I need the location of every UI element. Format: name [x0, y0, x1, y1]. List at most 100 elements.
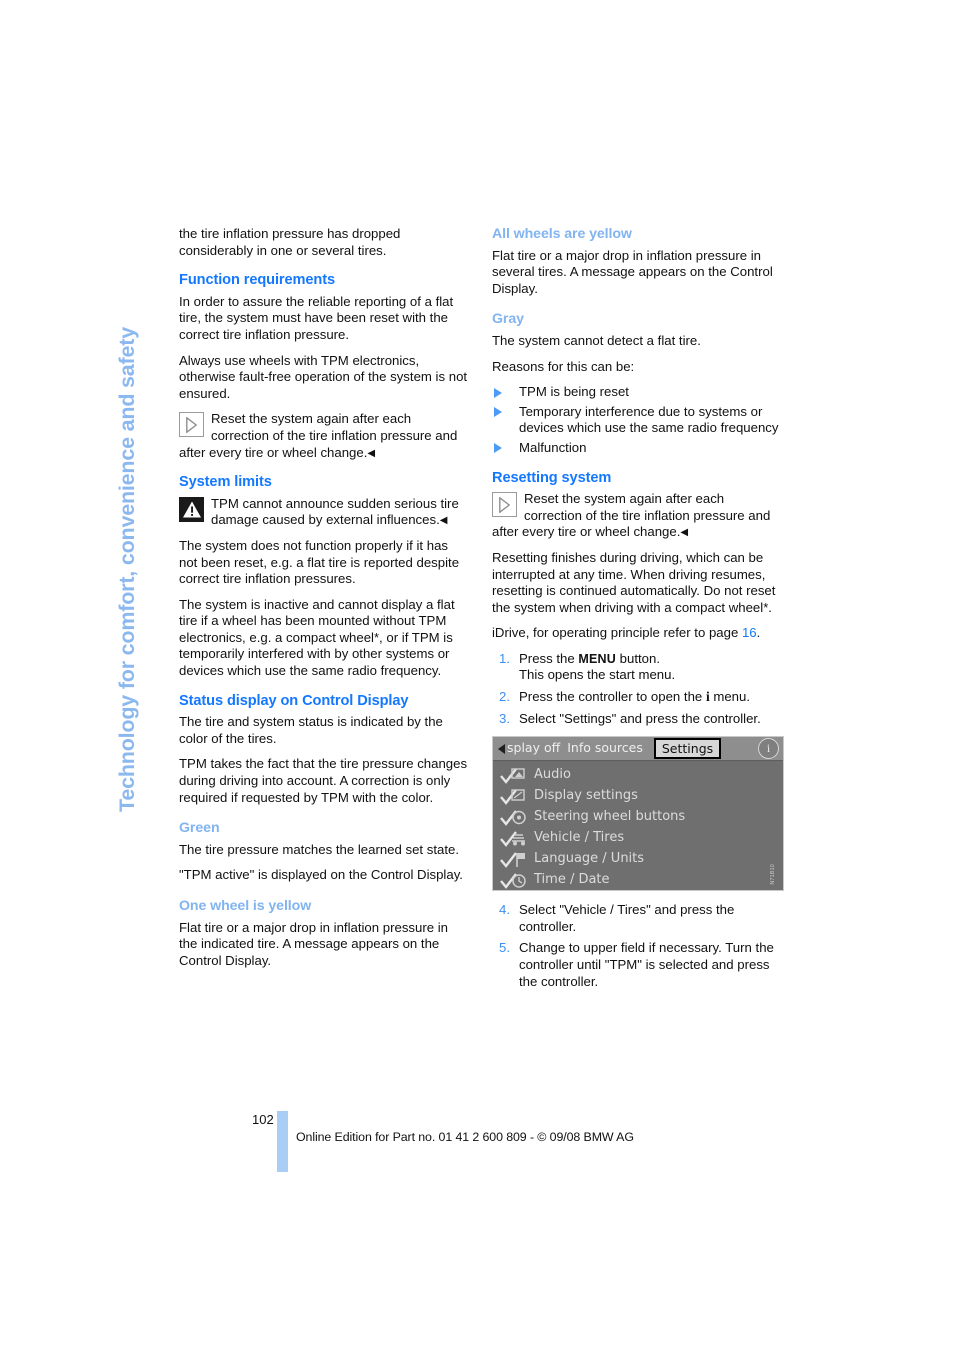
steps-list-2: 4. Select "Vehicle / Tires" and press th… — [492, 902, 782, 990]
idrive-menu-item-display-settings[interactable]: Display settings — [499, 786, 783, 807]
heading-system-limits: System limits — [179, 474, 272, 491]
idrive-menu-item-steering-wheel-buttons[interactable]: Steering wheel buttons — [499, 807, 783, 828]
heading-function-requirements: Function requirements — [179, 272, 336, 289]
resetting-p1-b: . — [768, 599, 772, 615]
subheading-one-wheel-yellow: One wheel is yellow — [179, 898, 312, 914]
idrive-menu-label: Steering wheel buttons — [534, 809, 686, 825]
note-arrow-icon — [492, 492, 517, 518]
step-number: 2. — [499, 689, 510, 705]
step-number: 5. — [499, 940, 510, 956]
page-number: 102 — [252, 1112, 274, 1127]
subheading-all-wheels-yellow: All wheels are yellow — [492, 226, 632, 242]
warning-block-system-limits: TPM cannot announce sudden serious tire … — [179, 496, 469, 529]
list-item: Malfunction — [492, 440, 782, 457]
list-item-label: TPM is being reset — [519, 384, 629, 400]
gray-p1: The system cannot detect a flat tire. — [492, 332, 701, 348]
display-settings-check-icon — [499, 788, 529, 806]
function-requirements-p2: Always use wheels with TPM electronics, … — [179, 352, 468, 401]
idrive-menu-label: Display settings — [534, 788, 638, 804]
step-text-line2: This opens the start menu. — [519, 667, 676, 683]
steering-wheel-check-icon — [499, 809, 529, 827]
figure-watermark: N71B10 — [770, 863, 777, 885]
idrive-reference-post: . — [756, 625, 761, 641]
left-column: the tire inflation pressure has dropped … — [179, 226, 469, 978]
idrive-menu-item-language-units[interactable]: Language / Units — [499, 849, 783, 870]
right-column: All wheels are yellow Flat tire or a maj… — [492, 226, 784, 999]
idrive-tab-display-off[interactable]: splay off — [507, 740, 567, 757]
page-cross-reference[interactable]: 16 — [742, 625, 757, 640]
step-number: 4. — [499, 902, 510, 918]
scroll-left-arrow-icon[interactable] — [498, 743, 505, 754]
subheading-gray: Gray — [492, 311, 524, 328]
triangle-bullet-icon — [494, 407, 502, 418]
steps-list-1: 1. Press the MENU button. This opens the… — [492, 651, 782, 727]
function-requirements-p1: In order to assure the reliable reportin… — [179, 293, 454, 342]
step-number: 1. — [499, 650, 510, 666]
idrive-menu-label: Vehicle / Tires — [534, 830, 625, 846]
step-text: Select "Vehicle / Tires" and press the c… — [519, 902, 735, 934]
note-block-reset: Reset the system again after each correc… — [179, 411, 469, 461]
status-display-p1: The tire and system status is indicated … — [179, 714, 443, 746]
note-end-mark: ◀ — [680, 527, 689, 539]
list-item-label: Temporary interference due to systems or… — [519, 403, 779, 436]
heading-resetting-system: Resetting system — [492, 469, 612, 486]
one-wheel-yellow-p1: Flat tire or a major drop in inflation p… — [179, 919, 448, 968]
idrive-tab-info-sources[interactable]: Info sources — [567, 740, 650, 757]
triangle-right-glyph — [186, 416, 197, 433]
footer-accent-bar — [277, 1111, 288, 1172]
idrive-info-icon[interactable]: i — [758, 738, 779, 760]
idrive-menu-item-vehicle-tires[interactable]: Vehicle / Tires — [499, 828, 783, 849]
intro-paragraph: the tire inflation pressure has dropped … — [179, 226, 401, 258]
step-text: Change to upper field if necessary. Turn… — [519, 940, 774, 989]
language-units-check-icon — [499, 851, 529, 869]
step-text-b: button. — [615, 650, 660, 666]
note-block-resetting: Reset the system again after each correc… — [492, 491, 782, 541]
step-text-a: Press the — [519, 650, 579, 666]
triangle-bullet-icon — [494, 387, 502, 398]
step-item: 1. Press the MENU button. This opens the… — [492, 651, 782, 684]
menu-button-label: MENU — [578, 651, 616, 666]
note-end-mark: ◀ — [367, 447, 376, 459]
step-item: 3. Select "Settings" and press the contr… — [492, 711, 782, 728]
audio-check-icon — [499, 767, 529, 785]
idrive-menu-list: Audio Display settings Steering wheel bu… — [493, 761, 783, 890]
time-date-check-icon — [499, 872, 529, 890]
gray-p2: Reasons for this can be: — [492, 358, 635, 374]
idrive-reference-pre: iDrive, for operating principle refer to… — [492, 625, 742, 641]
idrive-top-bar: splay off Info sources Settings i — [493, 737, 783, 762]
list-item: Temporary interference due to systems or… — [492, 404, 782, 437]
step-item: 4. Select "Vehicle / Tires" and press th… — [492, 902, 782, 935]
idrive-menu-item-time-date[interactable]: Time / Date — [499, 870, 783, 890]
note-arrow-icon — [179, 412, 204, 438]
green-p2: "TPM active" is displayed on the Control… — [179, 867, 463, 883]
idrive-menu-item-audio[interactable]: Audio — [499, 765, 783, 786]
idrive-menu-label: Audio — [534, 767, 571, 783]
gray-reasons-list: TPM is being reset Temporary interferenc… — [492, 384, 782, 456]
warning-text: TPM cannot announce sudden serious tire … — [211, 495, 459, 528]
status-display-p2: TPM takes the fact that the tire pressur… — [179, 756, 468, 805]
idrive-menu-label: Language / Units — [534, 851, 645, 867]
step-text-b: menu. — [709, 689, 751, 705]
idrive-info-glyph: i — [766, 741, 771, 756]
list-item: TPM is being reset — [492, 384, 782, 401]
idrive-reference: iDrive, for operating principle refer to… — [492, 625, 782, 642]
resetting-p1: Resetting finishes during driving, which… — [492, 550, 782, 616]
all-wheels-yellow-p1: Flat tire or a major drop in inflation p… — [492, 247, 773, 296]
list-item-label: Malfunction — [519, 439, 587, 455]
green-p1: The tire pressure matches the learned se… — [179, 841, 460, 857]
heading-status-display: Status display on Control Display — [179, 692, 409, 709]
note-text: Reset the system again after each correc… — [179, 411, 458, 460]
chapter-tab: Technology for comfort, convenience and … — [115, 327, 139, 812]
footer-text: Online Edition for Part no. 01 41 2 600 … — [296, 1130, 634, 1144]
step-text-a: Press the controller to open the — [519, 689, 706, 705]
warning-end-mark: ◀ — [439, 515, 448, 527]
idrive-tab-settings[interactable]: Settings — [653, 738, 722, 760]
warning-glyph — [182, 501, 201, 518]
idrive-menu-label: Time / Date — [534, 872, 610, 888]
warning-triangle-icon — [179, 496, 204, 522]
step-item: 2. Press the controller to open the i me… — [492, 689, 782, 706]
triangle-bullet-icon — [494, 443, 502, 454]
step-item: 5. Change to upper field if necessary. T… — [492, 940, 782, 990]
step-number: 3. — [499, 710, 510, 726]
subheading-green: Green — [179, 820, 220, 837]
